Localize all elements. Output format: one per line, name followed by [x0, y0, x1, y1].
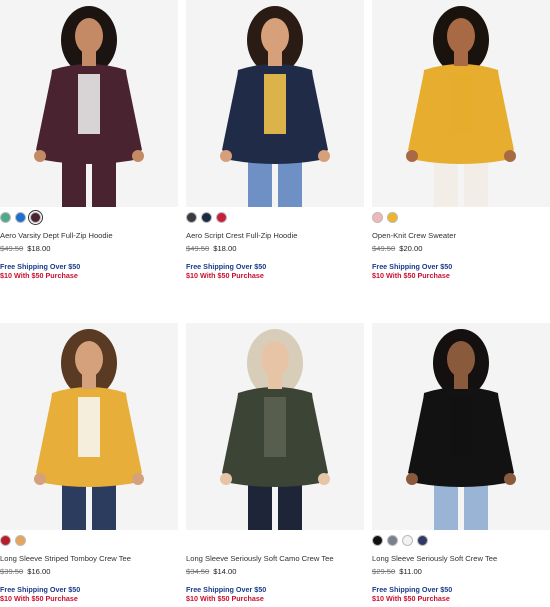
- discount-promo: $10 With $50 Purchase: [186, 271, 264, 280]
- free-shipping-promo: Free Shipping Over $50: [0, 585, 81, 594]
- free-shipping-promo: Free Shipping Over $50: [0, 262, 81, 271]
- free-shipping-promo: Free Shipping Over $50: [186, 262, 267, 271]
- color-swatch[interactable]: [0, 535, 11, 546]
- discount-promo: $10 With $50 Purchase: [372, 271, 450, 280]
- original-price: $49.50: [372, 244, 396, 253]
- original-price: $39.50: [0, 567, 24, 576]
- product-title[interactable]: Open-Knit Crew Sweater: [372, 231, 456, 240]
- product-title[interactable]: Aero Varsity Dept Full-Zip Hoodie: [0, 231, 113, 240]
- color-swatch[interactable]: [186, 212, 197, 223]
- original-price: $49.50: [0, 244, 24, 253]
- color-swatches: [372, 212, 398, 226]
- product-image[interactable]: [0, 323, 178, 530]
- product-price: $49.50 $18.00: [0, 244, 50, 253]
- color-swatch[interactable]: [15, 535, 26, 546]
- product-price: $49.50 $18.00: [186, 244, 236, 253]
- original-price: $34.50: [186, 567, 210, 576]
- product-card[interactable]: Long Sleeve Seriously Soft Camo Crew Tee…: [186, 323, 364, 603]
- color-swatch[interactable]: [372, 212, 383, 223]
- sale-price: $16.00: [27, 567, 51, 576]
- color-swatches: [186, 212, 227, 226]
- discount-promo: $10 With $50 Purchase: [0, 271, 78, 280]
- free-shipping-promo: Free Shipping Over $50: [372, 262, 453, 271]
- free-shipping-promo: Free Shipping Over $50: [186, 585, 267, 594]
- product-title[interactable]: Aero Script Crest Full-Zip Hoodie: [186, 231, 297, 240]
- color-swatches: [372, 535, 428, 549]
- color-swatch[interactable]: [387, 212, 398, 223]
- color-swatch[interactable]: [0, 212, 11, 223]
- product-image[interactable]: [0, 0, 178, 207]
- product-price: $34.50 $14.00: [186, 567, 236, 576]
- color-swatch[interactable]: [216, 212, 227, 223]
- sale-price: $18.00: [213, 244, 237, 253]
- product-image[interactable]: [186, 323, 364, 530]
- color-swatches: [0, 210, 43, 226]
- product-grid: Aero Varsity Dept Full-Zip Hoodie $49.50 $…: [0, 0, 550, 607]
- original-price: $29.50: [372, 567, 396, 576]
- sale-price: $20.00: [399, 244, 423, 253]
- product-title[interactable]: Long Sleeve Striped Tomboy Crew Tee: [0, 554, 131, 563]
- sale-price: $11.00: [399, 567, 422, 576]
- product-title[interactable]: Long Sleeve Seriously Soft Camo Crew Tee: [186, 554, 334, 563]
- product-card[interactable]: Aero Script Crest Full-Zip Hoodie $49.50 $…: [186, 0, 364, 280]
- color-swatch[interactable]: [15, 212, 26, 223]
- color-swatch[interactable]: [417, 535, 428, 546]
- discount-promo: $10 With $50 Purchase: [0, 594, 78, 603]
- sale-price: $18.00: [27, 244, 51, 253]
- product-image[interactable]: [372, 0, 550, 207]
- color-swatch[interactable]: [28, 210, 43, 225]
- product-image[interactable]: [372, 323, 550, 530]
- product-title[interactable]: Long Sleeve Seriously Soft Crew Tee: [372, 554, 497, 563]
- sale-price: $14.00: [213, 567, 237, 576]
- color-swatch[interactable]: [402, 535, 413, 546]
- product-price: $49.50 $20.00: [372, 244, 422, 253]
- original-price: $49.50: [186, 244, 210, 253]
- product-card[interactable]: Open-Knit Crew Sweater $49.50 $20.00 Free S…: [372, 0, 550, 280]
- color-swatch[interactable]: [372, 535, 383, 546]
- product-price: $39.50 $16.00: [0, 567, 50, 576]
- color-swatch[interactable]: [387, 535, 398, 546]
- discount-promo: $10 With $50 Purchase: [372, 594, 450, 603]
- discount-promo: $10 With $50 Purchase: [186, 594, 264, 603]
- color-swatch[interactable]: [201, 212, 212, 223]
- product-price: $29.50 $11.00: [372, 567, 422, 576]
- product-image[interactable]: [186, 0, 364, 207]
- free-shipping-promo: Free Shipping Over $50: [372, 585, 453, 594]
- product-card[interactable]: Long Sleeve Seriously Soft Crew Tee $29.5…: [372, 323, 550, 603]
- product-card[interactable]: Aero Varsity Dept Full-Zip Hoodie $49.50 $…: [0, 0, 178, 280]
- color-swatches: [0, 535, 26, 549]
- product-card[interactable]: Long Sleeve Striped Tomboy Crew Tee $39.5…: [0, 323, 178, 603]
